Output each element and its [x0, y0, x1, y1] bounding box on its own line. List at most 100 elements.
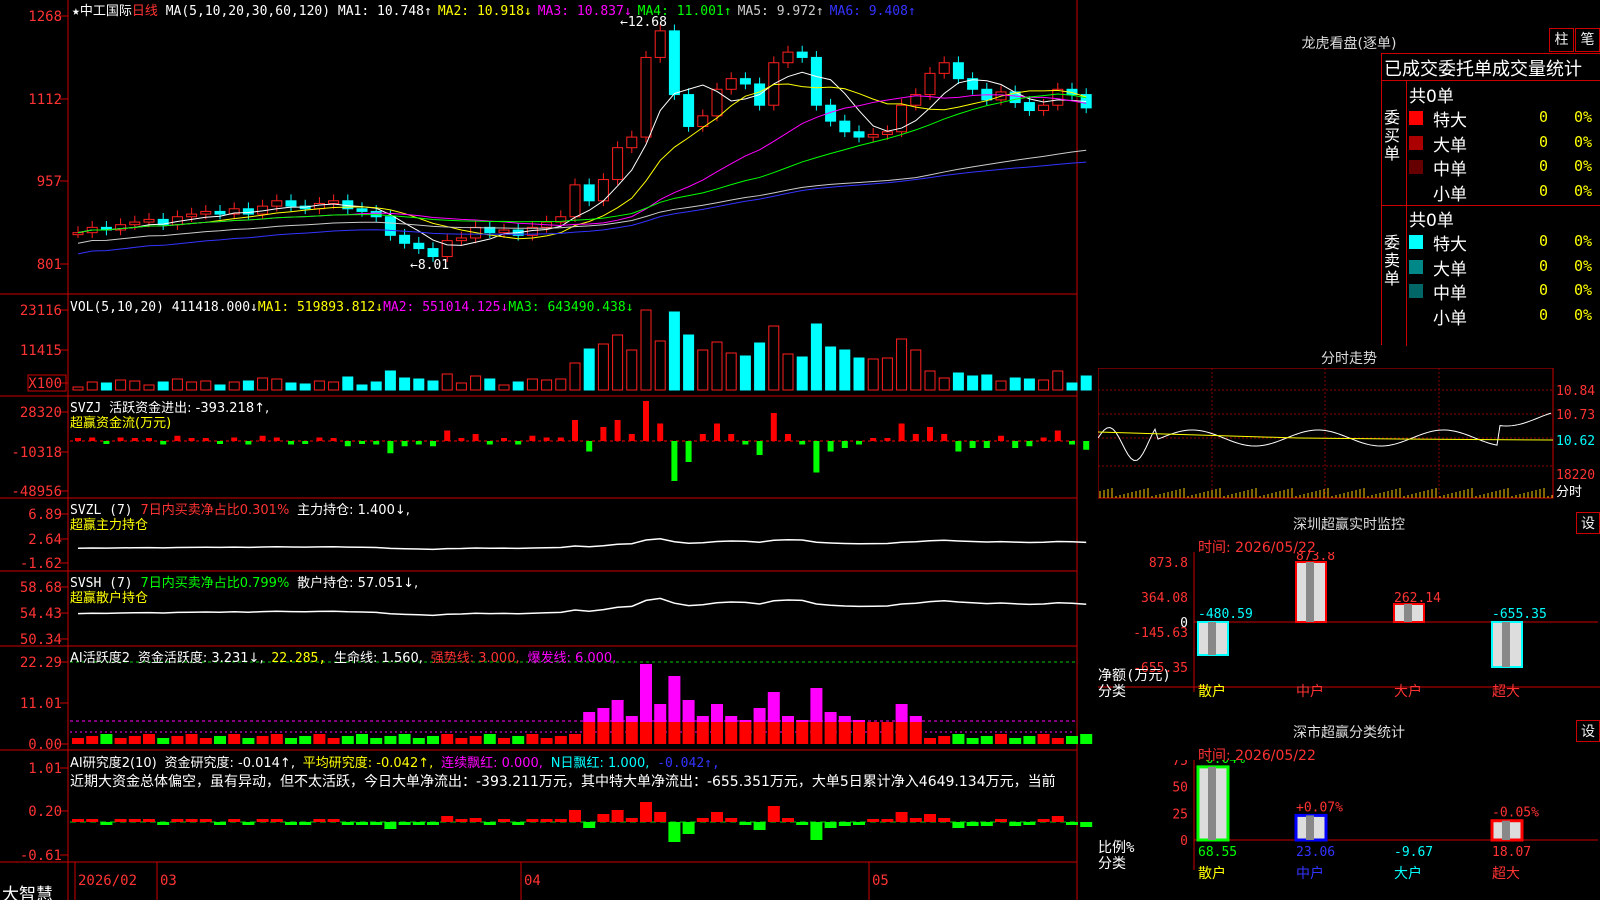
- intraday-unit: 分时: [1556, 485, 1582, 500]
- activity-bar: [512, 736, 525, 744]
- order-size-label: 特大: [1433, 235, 1467, 255]
- ai-active-name: AI活跃度2: [70, 651, 130, 666]
- fund-flow-bar: [785, 434, 791, 441]
- vol-ma1: MA1: 519893.812↓: [257, 300, 384, 315]
- axis-tick-label: 23116: [20, 303, 62, 319]
- fund-flow-bar: [1083, 441, 1090, 450]
- activity-bar: [1066, 736, 1078, 744]
- fund-flow-bar: [146, 438, 152, 441]
- y-axis-label: 25: [1172, 807, 1188, 822]
- axis-tick-label: -48956: [11, 484, 62, 500]
- research-bar: [867, 819, 880, 822]
- axis-tick-label: 6.89: [28, 507, 62, 523]
- volume-bar: [597, 343, 609, 391]
- research-bar: [611, 810, 624, 822]
- research-bar: [157, 822, 170, 825]
- fund-flow-bar: [955, 441, 962, 452]
- sz-monitor-settings-button[interactable]: 设: [1576, 512, 1600, 534]
- research-bar: [654, 812, 667, 822]
- sz-class-settings-button[interactable]: 设: [1576, 720, 1600, 742]
- activity-bar: [611, 700, 624, 722]
- buy-side-label: 委买单: [1384, 108, 1401, 163]
- fund-flow-bar: [259, 435, 266, 441]
- fund-flow-bar: [529, 435, 536, 441]
- candle-body: [413, 242, 425, 250]
- activity-bar: [640, 722, 652, 744]
- research-bar: [554, 819, 567, 822]
- ai-active-f5: 爆发线: 6.000,: [527, 651, 617, 666]
- axis-tick-label: 2.64: [28, 532, 62, 548]
- fund-flow-bar: [728, 434, 735, 441]
- intraday-axis-label: 18220: [1556, 468, 1595, 483]
- candle-body: [72, 232, 84, 236]
- vol-ma3: MA3: 643490.438↓: [508, 300, 634, 315]
- ma1-value: MA1: 10.748↑: [337, 4, 432, 19]
- change-label: -0.04%: [1198, 760, 1245, 767]
- order-size-label: 中单: [1433, 160, 1467, 180]
- research-bar: [370, 822, 383, 825]
- activity-bar: [853, 720, 865, 722]
- column-view-button[interactable]: 柱: [1549, 28, 1574, 52]
- activity-bar: [696, 722, 709, 744]
- volume-bar: [739, 355, 751, 391]
- fund-flow-bar: [998, 435, 1004, 441]
- volume-bar: [1009, 377, 1021, 391]
- volume-bar: [143, 384, 155, 391]
- activity-bar: [824, 722, 837, 744]
- volume-bar: [683, 334, 695, 391]
- activity-bar: [114, 738, 127, 744]
- svzl-field2: 主力持仓: 1.400↓,: [297, 503, 410, 518]
- pen-view-button[interactable]: 笔: [1575, 28, 1600, 52]
- fund-flow-bar: [1054, 430, 1061, 441]
- research-bar: [739, 822, 752, 825]
- fund-flow-bar: [799, 441, 806, 445]
- research-bar: [199, 819, 212, 822]
- volume-bar: [526, 378, 538, 391]
- vol-value: 411418.000↓: [171, 300, 258, 315]
- research-bar: [341, 822, 354, 825]
- activity-bar: [611, 722, 624, 744]
- ai-active-f3: 生命线: 1.560,: [334, 651, 423, 666]
- volume-bar: [455, 382, 467, 391]
- candle-body: [356, 208, 368, 212]
- category-label: 散户: [1198, 865, 1226, 882]
- x-axis-title: 分类: [1098, 684, 1126, 700]
- ai-research-f5: -0.042↑,: [657, 756, 720, 771]
- intraday-axis-label: 10.84: [1556, 384, 1595, 399]
- activity-bar: [654, 722, 667, 744]
- research-bar: [356, 822, 368, 825]
- fund-flow-bar: [387, 441, 394, 454]
- right-panel: 龙虎看盘(逐单) 柱 笔 已成交委托单成交量统计 委买单 委卖单 共0单 共0单…: [1098, 0, 1600, 900]
- volume-bar: [271, 378, 283, 391]
- axis-tick-label: 801: [37, 257, 62, 273]
- intraday-chart[interactable]: 10.84 10.73 10.62 18220 分时: [1098, 368, 1600, 508]
- research-bar: [1080, 822, 1093, 827]
- favorite-star-icon[interactable]: ★: [72, 4, 80, 19]
- fund-flow-bar: [430, 441, 436, 447]
- volume-bar: [896, 338, 908, 391]
- fund-flow-bar: [841, 441, 848, 448]
- kline-header: ★中工国际日线 MA(5,10,20,30,60,120) MA1: 10.74…: [72, 0, 922, 19]
- activity-bar: [796, 722, 809, 744]
- candle-body: [626, 136, 638, 149]
- research-bar: [625, 818, 638, 822]
- svzl-field1: 7日内买卖净占比0.301%: [140, 503, 290, 518]
- volume-bar: [782, 353, 794, 391]
- activity-bar: [909, 716, 922, 722]
- candle-body: [782, 51, 794, 64]
- fund-flow-bar: [231, 437, 238, 441]
- fund-flow-bar: [927, 427, 933, 441]
- candle-body: [242, 208, 254, 215]
- candle-body: [640, 56, 652, 138]
- activity-bar: [72, 738, 84, 744]
- candle-body: [725, 78, 737, 90]
- candle-body: [186, 213, 198, 218]
- research-bar: [455, 819, 468, 822]
- research-bar: [696, 818, 709, 822]
- candle-body: [612, 147, 624, 181]
- candle-body: [683, 94, 695, 127]
- volume-bar: [214, 384, 226, 391]
- research-bar: [640, 802, 652, 822]
- period-label[interactable]: 日线: [132, 4, 158, 19]
- candle-body: [924, 72, 936, 96]
